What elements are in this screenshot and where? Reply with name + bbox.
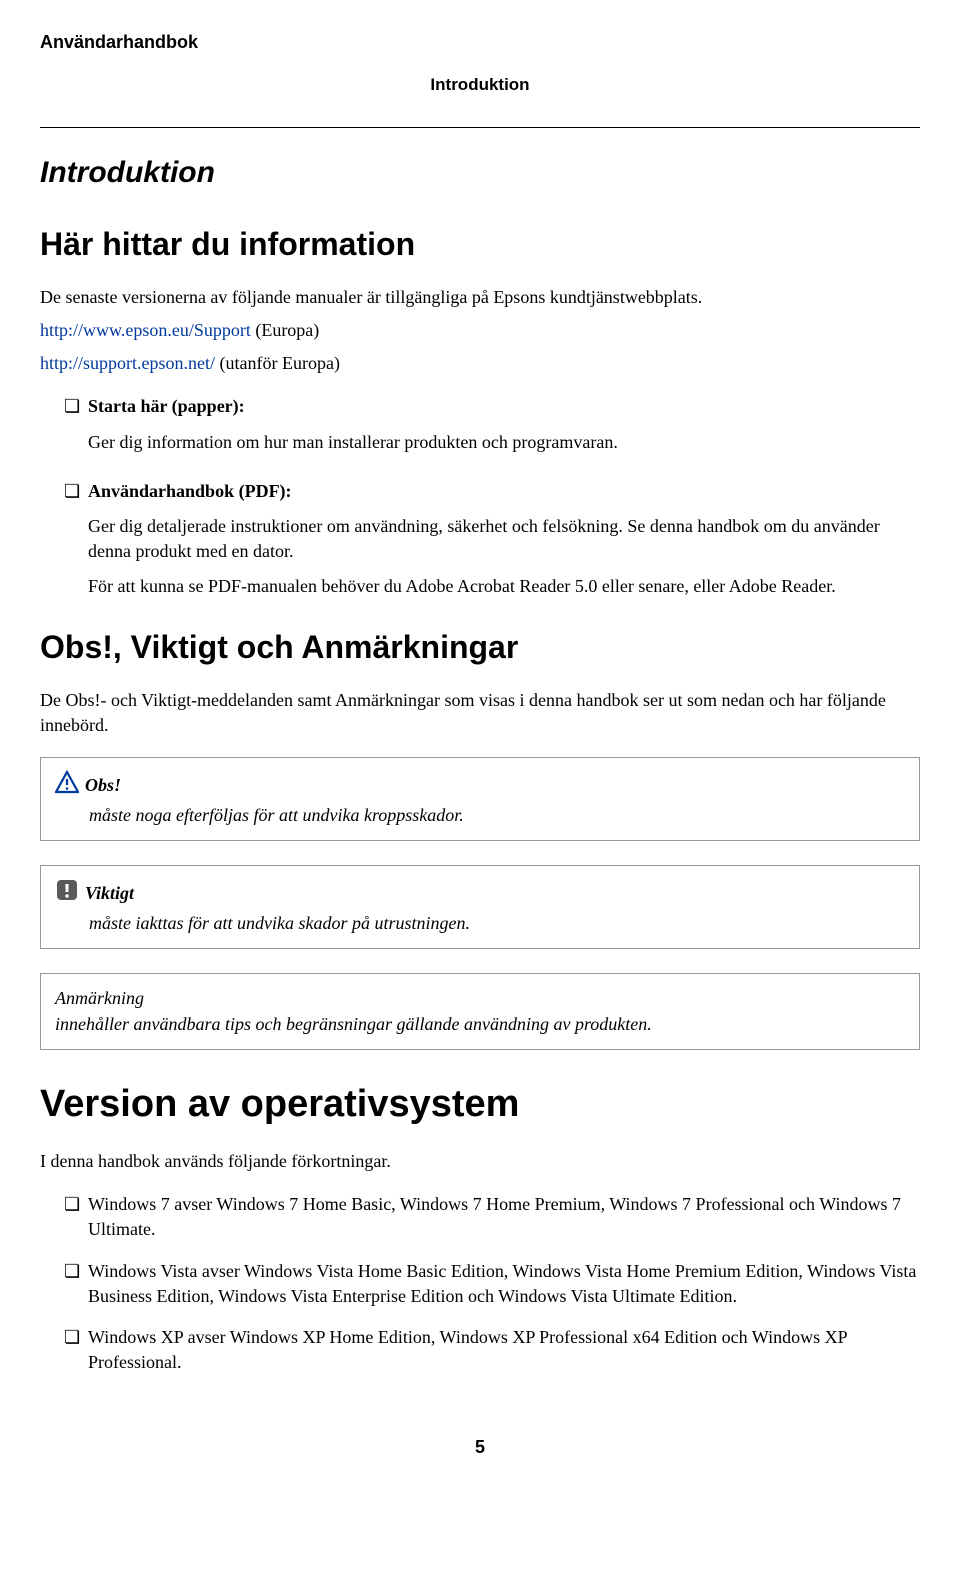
divider: [40, 127, 920, 128]
list-item: ❏ Starta här (papper): Ger dig informati…: [40, 394, 920, 462]
callout-viktigt: Viktigt måste iakttas för att undvika sk…: [40, 865, 920, 949]
bullet-icon: ❏: [64, 1259, 88, 1309]
doc-section-header: Introduktion: [40, 73, 920, 97]
important-icon: [55, 878, 79, 909]
os-intro: I denna handbok används följande förkort…: [40, 1149, 920, 1174]
manual-title: Användarhandbok (PDF):: [88, 479, 920, 504]
os-item-text: Windows 7 avser Windows 7 Home Basic, Wi…: [88, 1192, 920, 1242]
manuals-list: ❏ Starta här (papper): Ger dig informati…: [40, 394, 920, 607]
manual-desc: Ger dig detaljerade instruktioner om anv…: [88, 514, 920, 564]
manual-desc-2: För att kunna se PDF-manualen behöver du…: [88, 574, 920, 599]
list-item: ❏ Windows Vista avser Windows Vista Home…: [40, 1259, 920, 1309]
link-line-1: http://www.epson.eu/Support (Europa): [40, 318, 920, 343]
section-heading-os: Version av operativsystem: [40, 1078, 920, 1131]
callout-label: Viktigt: [85, 881, 134, 906]
section-heading-info: Här hittar du information: [40, 222, 920, 267]
bullet-icon: ❏: [64, 394, 88, 462]
notes-intro: De Obs!- och Viktigt-meddelanden samt An…: [40, 688, 920, 738]
callout-label: Anmärkning: [55, 988, 144, 1008]
page-number: 5: [40, 1435, 920, 1460]
page-heading: Introduktion: [40, 152, 920, 194]
callout-text: måste iakttas för att undvika skador på …: [89, 911, 905, 936]
manual-title: Starta här (papper):: [88, 394, 920, 419]
link-suffix-2: (utanför Europa): [215, 353, 340, 373]
bullet-icon: ❏: [64, 1192, 88, 1242]
list-item: ❏ Windows XP avser Windows XP Home Editi…: [40, 1325, 920, 1375]
support-link-eu[interactable]: http://www.epson.eu/Support: [40, 320, 251, 340]
link-suffix-1: (Europa): [251, 320, 319, 340]
os-item-text: Windows XP avser Windows XP Home Edition…: [88, 1325, 920, 1375]
list-item: ❏ Windows 7 avser Windows 7 Home Basic, …: [40, 1192, 920, 1242]
list-item: ❏ Användarhandbok (PDF): Ger dig detalje…: [40, 479, 920, 608]
os-list: ❏ Windows 7 avser Windows 7 Home Basic, …: [40, 1192, 920, 1375]
callout-anmarkning: Anmärkning innehåller användbara tips oc…: [40, 973, 920, 1049]
callout-obs: Obs! måste noga efterföljas för att undv…: [40, 757, 920, 841]
doc-title: Användarhandbok: [40, 30, 920, 55]
callout-label: Obs!: [85, 773, 121, 798]
bullet-icon: ❏: [64, 479, 88, 608]
support-link-global[interactable]: http://support.epson.net/: [40, 353, 215, 373]
link-line-2: http://support.epson.net/ (utanför Europ…: [40, 351, 920, 376]
warning-icon: [55, 770, 79, 801]
intro-paragraph: De senaste versionerna av följande manua…: [40, 285, 920, 310]
callout-text: innehåller användbara tips och begränsni…: [55, 1012, 905, 1037]
manual-desc: Ger dig information om hur man installer…: [88, 430, 920, 455]
bullet-icon: ❏: [64, 1325, 88, 1375]
os-item-text: Windows Vista avser Windows Vista Home B…: [88, 1259, 920, 1309]
callout-text: måste noga efterföljas för att undvika k…: [89, 803, 905, 828]
section-heading-notes: Obs!, Viktigt och Anmärkningar: [40, 625, 920, 670]
